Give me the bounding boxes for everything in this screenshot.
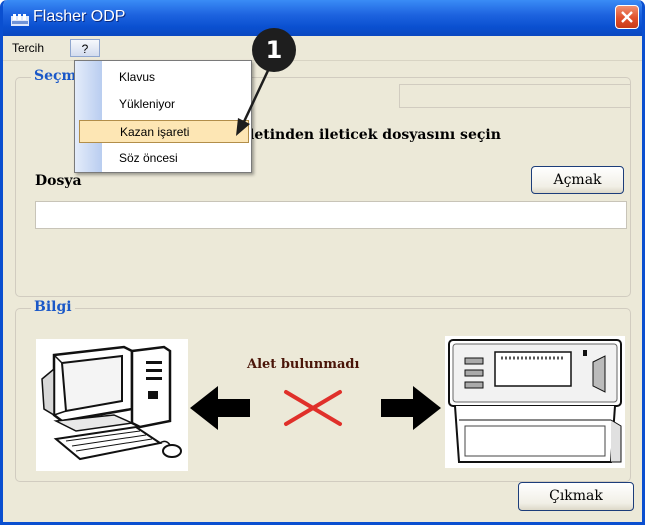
file-label: Dosya	[35, 173, 82, 189]
right-arrow-icon	[381, 386, 441, 430]
device-icon	[445, 336, 625, 468]
main-window: Flasher ODP Tercih ? Seçm letinden ileti…	[0, 0, 645, 525]
menu-help[interactable]: ?	[70, 39, 100, 57]
left-arrow-icon	[190, 386, 250, 430]
menu-item-klavus[interactable]: Klavus	[79, 66, 249, 89]
device-not-found-text: Alet bulunmadı	[247, 357, 360, 372]
menu-item-yukleniyor[interactable]: Yükleniyor	[79, 93, 249, 116]
open-button[interactable]: Açmak	[531, 166, 624, 194]
computer-icon	[36, 339, 188, 471]
cross-icon	[284, 390, 342, 426]
menu-item-kazan-isareti[interactable]: Kazan işareti	[79, 120, 249, 143]
top-status-field	[399, 84, 631, 108]
callout-arrow-icon	[236, 61, 274, 136]
connection-arrows	[188, 378, 443, 438]
window-title: Flasher ODP	[33, 8, 126, 25]
menu-tercih[interactable]: Tercih	[7, 39, 49, 57]
app-icon	[11, 11, 29, 26]
select-group-title: Seçm	[31, 68, 80, 84]
info-group-title: Bilgi	[31, 299, 75, 315]
close-icon	[621, 11, 633, 23]
menu-bar: Tercih ?	[3, 36, 642, 61]
exit-button[interactable]: Çıkmak	[518, 482, 634, 511]
menu-item-soz-oncesi[interactable]: Söz öncesi	[79, 147, 249, 170]
file-path-input[interactable]	[35, 201, 627, 229]
help-dropdown-menu: Klavus Yükleniyor Kazan işareti Söz önce…	[74, 60, 252, 173]
title-bar[interactable]: Flasher ODP	[3, 0, 642, 36]
callout-badge: 1	[252, 28, 296, 72]
close-button[interactable]	[615, 5, 639, 29]
